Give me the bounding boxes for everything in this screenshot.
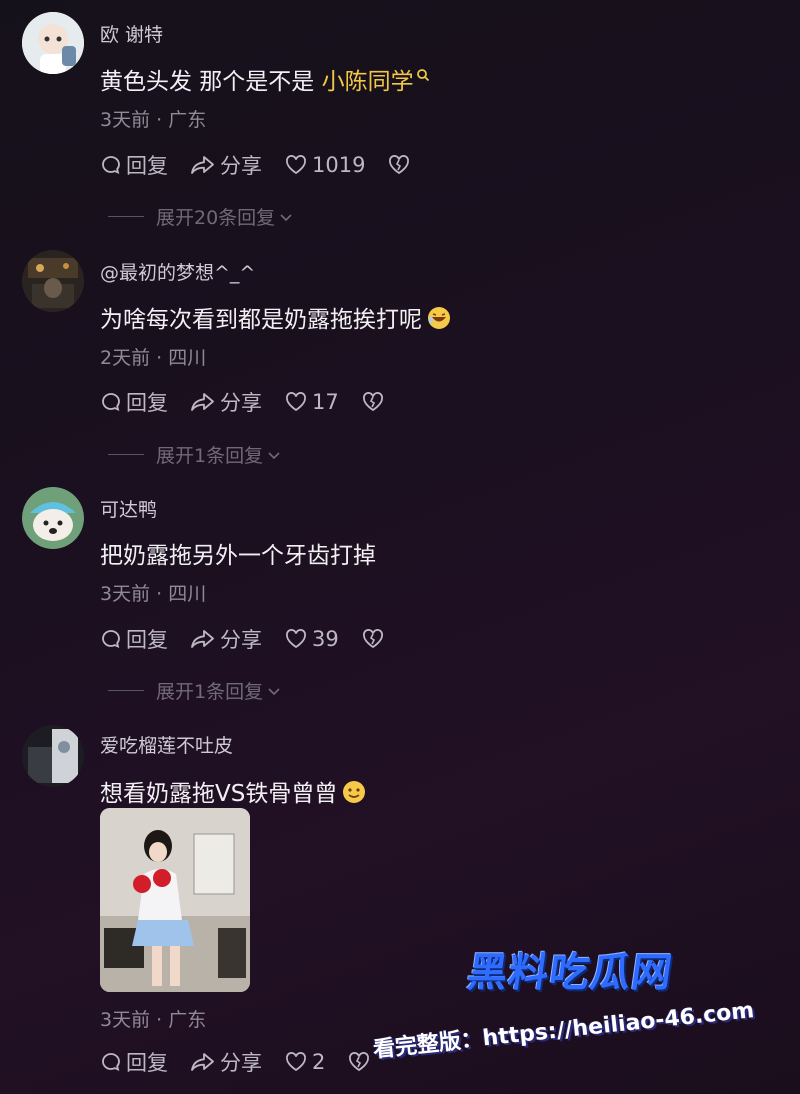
chevron-down-icon: [280, 213, 292, 221]
avatar[interactable]: [22, 487, 84, 549]
comment-meta: 3天前 · 广东: [100, 1009, 207, 1031]
comment-username[interactable]: 可达鸭: [100, 495, 157, 522]
like-button[interactable]: 39: [284, 627, 339, 651]
share-icon: [191, 393, 214, 411]
chevron-down-icon: [268, 451, 280, 459]
comment-actions: 回复 分享 1019: [100, 150, 437, 180]
watermark-url: 看完整版：https://heiliao-46.com: [372, 998, 756, 1063]
expand-replies[interactable]: 展开1条回复: [108, 677, 282, 704]
comment-meta: 3天前 · 四川: [100, 583, 207, 605]
comment-meta: 3天前 · 广东: [100, 109, 207, 131]
share-button[interactable]: 分享: [190, 1047, 262, 1077]
like-count: 1019: [312, 153, 366, 177]
comment-username[interactable]: 欧 谢特: [100, 20, 163, 47]
reply-button[interactable]: 回复: [100, 150, 168, 180]
dislike-button[interactable]: [361, 391, 389, 413]
comment-text-body: 为啥每次看到都是奶露拖挨打呢: [100, 307, 422, 333]
reply-label: 回复: [126, 1051, 168, 1075]
comment-actions: 回复 分享 17: [100, 387, 411, 417]
reply-label: 回复: [126, 154, 168, 178]
reply-button[interactable]: 回复: [100, 387, 168, 417]
expand-replies[interactable]: 展开20条回复: [108, 203, 294, 230]
divider-line: [108, 690, 144, 691]
heart-icon: [286, 155, 306, 175]
comment-icon: [102, 630, 120, 649]
comment-icon: [102, 393, 120, 412]
expand-label: 展开1条回复: [156, 681, 264, 703]
comment-text: 为啥每次看到都是奶露拖挨打呢: [100, 300, 452, 337]
comment-text-body: 黄色头发 那个是不是: [100, 69, 322, 95]
dislike-button[interactable]: [361, 628, 389, 650]
comment-username[interactable]: 爱吃榴莲不吐皮: [100, 731, 233, 758]
site-watermark: 黑料吃瓜网 看完整版：https://heiliao-46.com: [372, 938, 792, 1088]
broken-heart-icon: [349, 1052, 370, 1072]
heart-icon: [286, 392, 306, 412]
expand-replies[interactable]: 展开1条回复: [108, 441, 282, 468]
reply-button[interactable]: 回复: [100, 1047, 168, 1077]
share-icon: [191, 1053, 214, 1071]
reply-button[interactable]: 回复: [100, 624, 168, 654]
share-label: 分享: [220, 154, 262, 178]
heart-icon: [286, 629, 306, 649]
watermark-logo: 黑料吃瓜网: [464, 950, 676, 996]
divider-line: [108, 454, 144, 455]
heart-icon: [286, 1052, 306, 1072]
chevron-down-icon: [268, 687, 280, 695]
comment-meta: 2天前 · 四川: [100, 347, 207, 369]
divider-line: [108, 216, 144, 217]
share-icon: [191, 156, 214, 174]
mention-link[interactable]: 小陈同学: [322, 69, 414, 95]
expand-label: 展开20条回复: [156, 207, 276, 229]
comment-text-body: 想看奶露拖VS铁骨曾曾: [100, 781, 338, 807]
reply-label: 回复: [126, 391, 168, 415]
avatar[interactable]: [22, 725, 84, 787]
laughing-emoji-icon: [426, 305, 452, 337]
like-count: 17: [312, 390, 339, 414]
comment-icon: [102, 156, 120, 175]
search-icon[interactable]: [416, 62, 430, 88]
share-button[interactable]: 分享: [190, 387, 262, 417]
share-label: 分享: [220, 391, 262, 415]
reply-label: 回复: [126, 628, 168, 652]
broken-heart-icon: [362, 392, 383, 412]
like-count: 39: [312, 627, 339, 651]
comment-image-attachment[interactable]: [100, 808, 250, 992]
comment-icon: [102, 1053, 120, 1072]
share-button[interactable]: 分享: [190, 624, 262, 654]
smile-emoji-icon: [341, 779, 367, 811]
share-button[interactable]: 分享: [190, 150, 262, 180]
avatar[interactable]: [22, 250, 84, 312]
dislike-button[interactable]: [387, 154, 415, 176]
expand-label: 展开1条回复: [156, 445, 264, 467]
broken-heart-icon: [389, 155, 410, 175]
share-label: 分享: [220, 1051, 262, 1075]
like-button[interactable]: 2: [284, 1050, 325, 1074]
like-count: 2: [312, 1050, 326, 1074]
comment-actions: 回复 分享 39: [100, 624, 411, 654]
like-button[interactable]: 17: [284, 390, 339, 414]
comment-username[interactable]: @最初的梦想^_^: [100, 258, 255, 285]
comment-text: 想看奶露拖VS铁骨曾曾: [100, 774, 367, 811]
like-button[interactable]: 1019: [284, 153, 365, 177]
avatar[interactable]: [22, 12, 84, 74]
share-label: 分享: [220, 628, 262, 652]
comment-text: 黄色头发 那个是不是 小陈同学: [100, 62, 430, 96]
comment-text: 把奶露拖另外一个牙齿打掉: [100, 543, 376, 569]
comment-actions: 回复 分享 2: [100, 1047, 397, 1077]
share-icon: [191, 630, 214, 648]
broken-heart-icon: [362, 629, 383, 649]
